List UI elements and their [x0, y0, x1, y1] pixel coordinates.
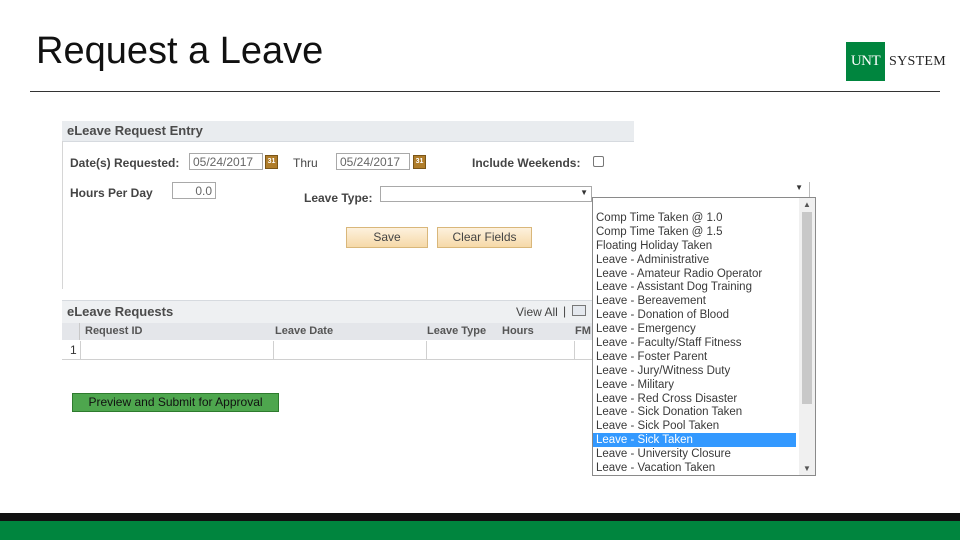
entry-section-title: eLeave Request Entry — [67, 123, 203, 138]
column-leave-type[interactable]: Leave Type — [422, 323, 498, 340]
column-leave-date[interactable]: Leave Date — [270, 323, 427, 340]
dropdown-option[interactable]: Leave - Military — [593, 378, 796, 392]
footer-bar-black — [0, 513, 960, 521]
dropdown-option[interactable]: Leave - Red Cross Disaster — [593, 392, 796, 406]
dropdown-option[interactable]: Comp Time Taken @ 1.0 — [593, 211, 796, 225]
leave-type-combo[interactable]: ▼ — [593, 182, 810, 198]
dropdown-option[interactable]: Leave - Sick Pool Taken — [593, 419, 796, 433]
view-all-icon[interactable] — [572, 305, 586, 316]
logo-box: UNT — [846, 42, 885, 81]
preview-submit-button[interactable]: Preview and Submit for Approval — [72, 393, 279, 412]
footer-bar-green — [0, 521, 960, 540]
title-divider — [30, 91, 940, 92]
cell-divider — [80, 341, 81, 360]
unt-system-logo: UNT SYSTEM — [846, 42, 946, 81]
include-weekends-label: Include Weekends: — [472, 156, 581, 170]
dropdown-option[interactable]: Leave - Assistant Dog Training — [593, 280, 796, 294]
cell-divider — [426, 341, 427, 360]
requests-grid-title: eLeave Requests — [67, 304, 174, 319]
hours-per-day-label: Hours Per Day — [70, 186, 153, 200]
dropdown-option[interactable]: Leave - Amateur Radio Operator — [593, 267, 796, 281]
dropdown-option[interactable]: Leave - Vacation Taken — [593, 461, 796, 475]
dropdown-arrow-icon: ▼ — [795, 183, 803, 192]
dates-requested-label: Date(s) Requested: — [70, 156, 180, 170]
dropdown-option[interactable]: Leave - Faculty/Staff Fitness — [593, 336, 796, 350]
dropdown-option[interactable]: Leave - Administrative — [593, 253, 796, 267]
section-divider — [62, 141, 63, 289]
save-button[interactable]: Save — [346, 227, 428, 248]
leave-type-dropdown-list[interactable]: Comp Time Taken @ 1.0 Comp Time Taken @ … — [592, 197, 816, 476]
table-row[interactable] — [62, 359, 600, 360]
dropdown-option-selected[interactable]: Leave - Sick Taken — [593, 433, 796, 448]
entry-section-header: eLeave Request Entry — [62, 121, 634, 142]
dropdown-scrollbar[interactable]: ▲ ▼ — [799, 198, 815, 475]
scrollbar-thumb[interactable] — [802, 212, 812, 404]
slide-title: Request a Leave — [36, 30, 324, 72]
cell-divider — [273, 341, 274, 360]
row-number: 1 — [70, 343, 77, 357]
calendar-icon[interactable]: 31 — [265, 155, 278, 169]
leave-type-label: Leave Type: — [304, 191, 373, 205]
clear-fields-button[interactable]: Clear Fields — [437, 227, 532, 248]
leave-type-select[interactable]: ▼ — [380, 186, 592, 202]
dropdown-option[interactable]: Leave - Foster Parent — [593, 350, 796, 364]
dropdown-option[interactable]: Leave - Jury/Witness Duty — [593, 364, 796, 378]
column-hours[interactable]: Hours — [497, 323, 575, 340]
scroll-up-icon[interactable]: ▲ — [803, 200, 811, 209]
view-all-link[interactable]: View All — [516, 305, 558, 319]
date-from-input[interactable]: 05/24/2017 — [189, 153, 263, 170]
row-number-header — [62, 323, 80, 340]
calendar-icon[interactable]: 31 — [413, 155, 426, 169]
dropdown-option[interactable]: Leave - Emergency — [593, 322, 796, 336]
thru-label: Thru — [293, 156, 318, 170]
view-separator: | — [563, 304, 567, 318]
dropdown-option[interactable]: Comp Time Taken @ 1.5 — [593, 225, 796, 239]
dropdown-option[interactable]: Leave - Bereavement — [593, 294, 796, 308]
dropdown-option[interactable]: Leave - University Closure — [593, 447, 796, 461]
dropdown-arrow-icon: ▼ — [580, 188, 588, 197]
column-request-id[interactable]: Request ID — [80, 323, 274, 340]
dropdown-option[interactable]: Leave - Sick Donation Taken — [593, 405, 796, 419]
logo-text: SYSTEM — [889, 53, 947, 69]
include-weekends-checkbox[interactable] — [593, 156, 604, 167]
dropdown-option[interactable]: Floating Holiday Taken — [593, 239, 796, 253]
hours-per-day-input[interactable]: 0.0 — [172, 182, 216, 199]
scroll-down-icon[interactable]: ▼ — [803, 464, 811, 473]
date-thru-input[interactable]: 05/24/2017 — [336, 153, 410, 170]
cell-divider — [574, 341, 575, 360]
dropdown-option[interactable]: Leave - Donation of Blood — [593, 308, 796, 322]
